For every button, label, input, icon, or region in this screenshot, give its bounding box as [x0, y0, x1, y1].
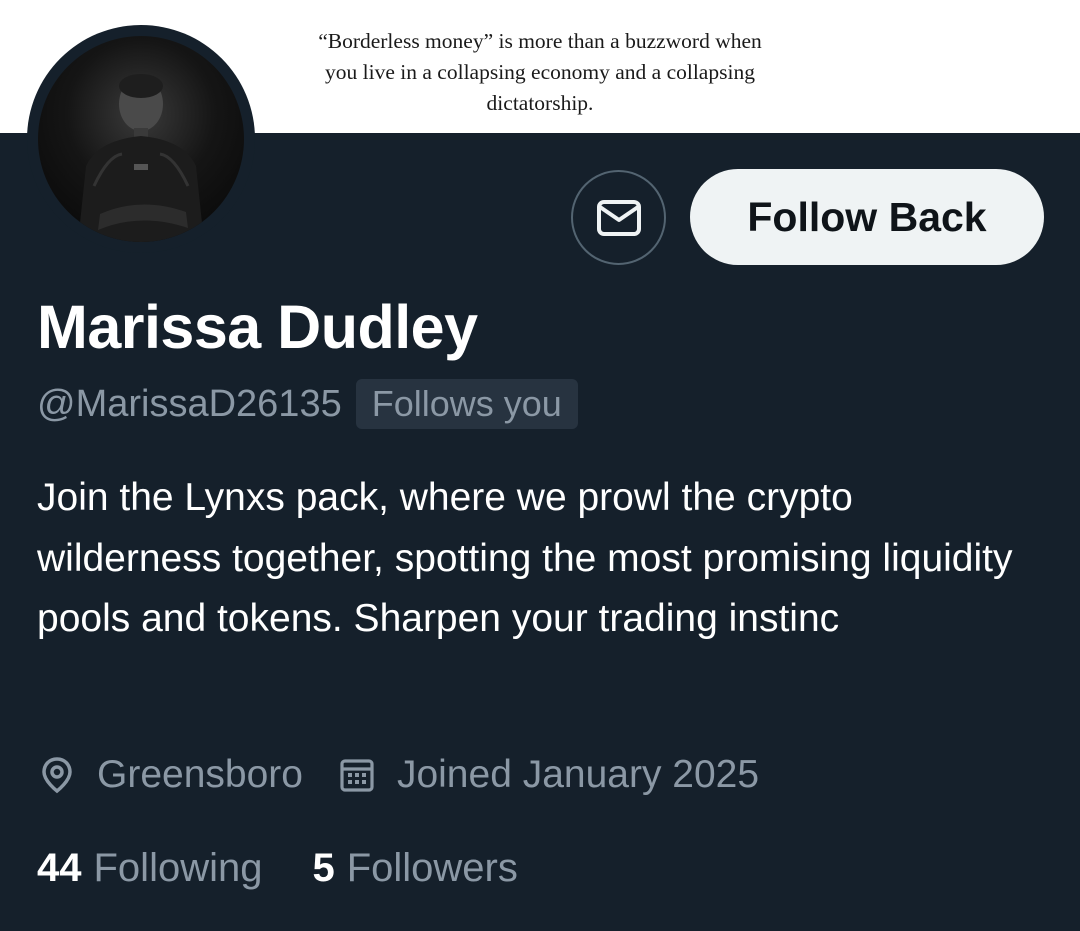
- profile-bio: Join the Lynxs pack, where we prowl the …: [37, 476, 1013, 640]
- handle-row: @MarissaD26135 Follows you: [37, 378, 578, 430]
- location-item: Greensboro: [37, 753, 303, 797]
- avatar[interactable]: [27, 25, 255, 253]
- joined-item: Joined January 2025: [337, 753, 759, 797]
- joined-date-text: Joined January 2025: [396, 753, 760, 796]
- follow-stats: 44 Following 5 Followers: [37, 838, 518, 898]
- following-link[interactable]: 44 Following: [37, 846, 262, 891]
- profile-meta: Greensboro Joined January 2025: [37, 745, 759, 805]
- message-button[interactable]: [571, 170, 666, 265]
- location-text: Greensboro: [97, 753, 303, 796]
- following-label: Following: [93, 845, 263, 890]
- followers-link[interactable]: 5 Followers: [312, 846, 517, 891]
- user-handle: @MarissaD26135: [37, 382, 342, 425]
- avatar-photo: [38, 36, 244, 242]
- display-name: Marissa Dudley: [37, 293, 478, 361]
- calendar-icon: [340, 759, 374, 792]
- followers-label: Followers: [346, 845, 518, 890]
- location-pin-icon: [42, 757, 72, 794]
- banner-quote: “Borderless money” is more than a buzzwo…: [318, 29, 762, 115]
- follow-back-button[interactable]: Follow Back: [690, 169, 1044, 265]
- envelope-icon: [596, 199, 641, 236]
- profile-page: “Borderless money” is more than a buzzwo…: [0, 0, 1080, 931]
- followers-count: 5: [312, 845, 335, 890]
- follows-you-badge: Follows you: [355, 379, 578, 429]
- following-count: 44: [37, 845, 82, 890]
